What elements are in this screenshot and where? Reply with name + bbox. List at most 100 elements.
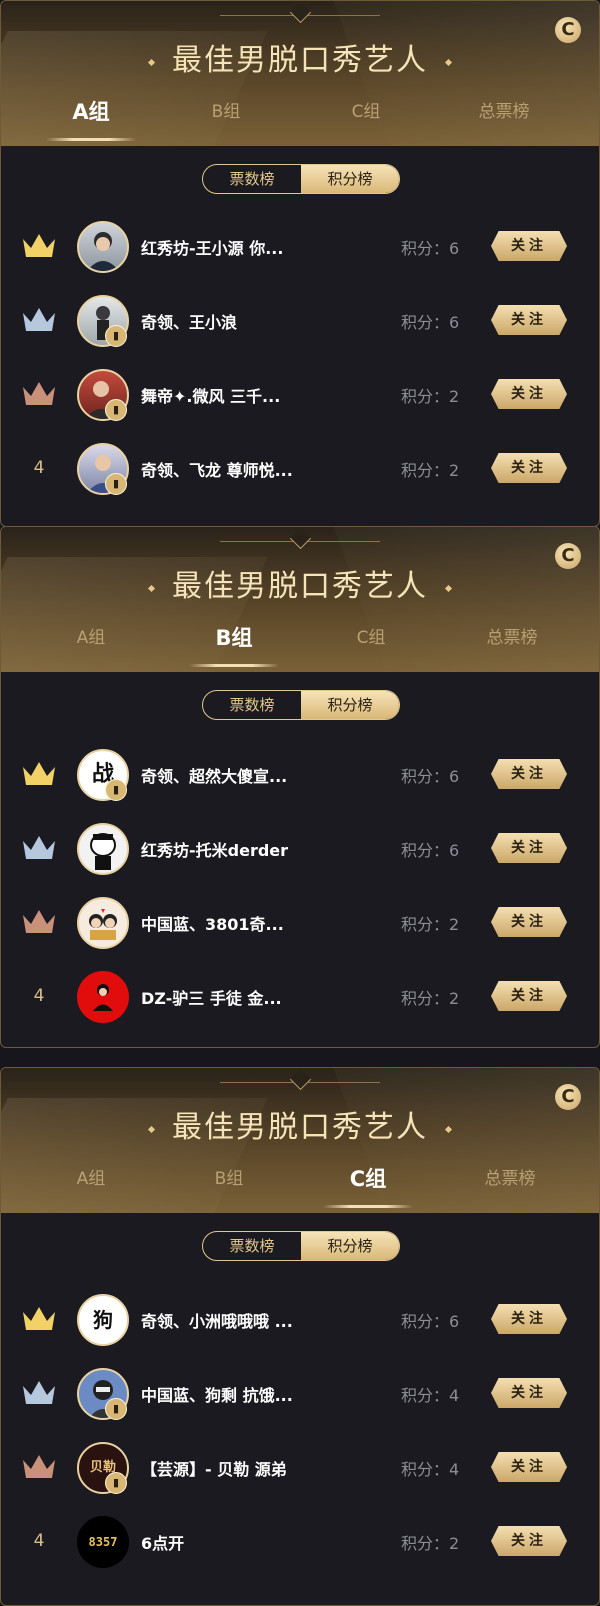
rank-cell <box>21 1452 57 1482</box>
follow-button[interactable]: 关注 <box>491 759 567 789</box>
rank-number: 4 <box>33 986 45 1006</box>
artist-score: 积分：2 <box>401 387 460 406</box>
avatar[interactable]: 8357 <box>77 1516 129 1568</box>
title-dot-left <box>147 584 156 593</box>
cartoon-character-icon <box>90 833 116 870</box>
follow-button[interactable]: 关注 <box>491 231 567 261</box>
avatar[interactable] <box>77 897 129 949</box>
follow-button[interactable]: 关注 <box>491 981 567 1011</box>
group-tabs: A组 B组 C组 总票榜 <box>1 621 599 671</box>
person-photo-icon <box>87 232 119 271</box>
rank-number: 4 <box>33 458 45 478</box>
crown-silver-icon <box>23 836 55 859</box>
bar-chart-icon: ▮ <box>105 399 127 421</box>
list-item[interactable]: 4 ▮ 奇领、飞龙 尊师悦... 积分：2 关注 <box>1 431 599 505</box>
coin-badge-icon[interactable]: C <box>555 17 581 43</box>
rank-cell <box>21 759 57 789</box>
artist-score: 积分：6 <box>401 313 460 332</box>
list-item[interactable]: ▮ 舞帝✦.微风 三千... 积分：2 关注 <box>1 357 599 431</box>
list-item[interactable]: ▮ 奇领、王小浪 积分：6 关注 <box>1 283 599 357</box>
artist-name: 中国蓝、狗剩 抗饿... <box>141 1386 293 1405</box>
crown-bronze-icon <box>23 910 55 933</box>
avatar[interactable] <box>77 971 129 1023</box>
list-item[interactable]: 战 ▮ 奇领、超然大傻宣... 积分：6 关注 <box>1 737 599 811</box>
avatar[interactable] <box>77 823 129 875</box>
list-item[interactable]: 红秀坊-王小源 你... 积分：6 关注 <box>1 209 599 283</box>
tab-group-b[interactable]: B组 <box>151 95 301 145</box>
title-row: 最佳男脱口秀艺人 <box>1 35 599 78</box>
list-item[interactable]: ▮ 中国蓝、狗剩 抗饿... 积分：4 关注 <box>1 1356 599 1430</box>
list-item[interactable]: 4 DZ-驴三 手徒 金... 积分：2 关注 <box>1 959 599 1033</box>
follow-button[interactable]: 关注 <box>491 1304 567 1334</box>
tab-group-c[interactable]: C组 <box>291 95 441 145</box>
avatar[interactable] <box>77 221 129 273</box>
tab-group-b[interactable]: B组 <box>154 1162 304 1212</box>
rank-cell: 4 <box>21 453 57 483</box>
rank-cell <box>21 833 57 863</box>
rank-cell <box>21 231 57 261</box>
follow-button[interactable]: 关注 <box>491 453 567 483</box>
ranking-panel-a: 最佳男脱口秀艺人 C A组 B组 C组 总票榜 票数榜 积分榜 红秀坊-王小源 … <box>0 0 600 527</box>
panel-header: 最佳男脱口秀艺人 C A组 B组 C组 总票榜 <box>1 527 599 672</box>
artist-score: 积分：2 <box>401 915 460 934</box>
rank-cell <box>21 1304 57 1334</box>
artist-score: 积分：6 <box>401 1312 460 1331</box>
follow-button[interactable]: 关注 <box>491 833 567 863</box>
panel-header: 最佳男脱口秀艺人 C A组 B组 C组 总票榜 <box>1 1068 599 1213</box>
page-title: 最佳男脱口秀艺人 <box>172 43 428 78</box>
segment-points[interactable]: 积分榜 <box>301 165 399 193</box>
follow-button[interactable]: 关注 <box>491 305 567 335</box>
segment-points[interactable]: 积分榜 <box>301 691 399 719</box>
follow-button[interactable]: 关注 <box>491 907 567 937</box>
crown-silver-icon <box>23 308 55 331</box>
artist-name: 红秀坊-王小源 你... <box>141 239 284 258</box>
list-item[interactable]: 4 8357 6点开 积分：2 关注 <box>1 1504 599 1578</box>
tab-total[interactable]: 总票榜 <box>435 1162 585 1212</box>
follow-button[interactable]: 关注 <box>491 1452 567 1482</box>
artist-name: 奇领、王小浪 <box>141 313 238 332</box>
artist-name: 舞帝✦.微风 三千... <box>141 387 281 406</box>
crown-bronze-icon <box>23 1455 55 1478</box>
follow-button[interactable]: 关注 <box>491 379 567 409</box>
coin-badge-icon[interactable]: C <box>555 543 581 569</box>
artist-name: 中国蓝、3801奇... <box>141 915 284 934</box>
bar-chart-icon: ▮ <box>105 325 127 347</box>
ranking-panel-b: 最佳男脱口秀艺人 C A组 B组 C组 总票榜 票数榜 积分榜 战 ▮ 奇领、超… <box>0 526 600 1048</box>
tab-total[interactable]: 总票榜 <box>437 621 587 671</box>
list-item[interactable]: 贝勒 ▮ 【芸源】- 贝勒 源弟 积分：4 关注 <box>1 1430 599 1504</box>
tab-group-a[interactable]: A组 <box>16 1162 166 1212</box>
person-illustration-icon <box>93 984 113 1011</box>
bar-chart-icon: ▮ <box>105 1398 127 1420</box>
tab-group-c[interactable]: C组 <box>293 1162 443 1212</box>
segment-votes[interactable]: 票数榜 <box>203 165 301 193</box>
bar-chart-icon: ▮ <box>105 779 127 801</box>
artist-score: 积分：2 <box>401 461 460 480</box>
crown-gold-icon <box>23 234 55 257</box>
bar-chart-icon: ▮ <box>105 473 127 495</box>
tab-group-b[interactable]: B组 <box>159 621 309 671</box>
tab-group-c[interactable]: C组 <box>296 621 446 671</box>
cartoon-couple-icon <box>89 909 117 940</box>
tab-group-a[interactable]: A组 <box>16 95 166 145</box>
ranking-type-toggle: 票数榜 积分榜 <box>202 164 400 194</box>
list-item[interactable]: 狗 奇领、小洲哦哦哦 ... 积分：6 关注 <box>1 1282 599 1356</box>
list-item[interactable]: 红秀坊-托米derder 积分：6 关注 <box>1 811 599 885</box>
artist-score: 积分：4 <box>401 1386 460 1405</box>
follow-button[interactable]: 关注 <box>491 1378 567 1408</box>
coin-badge-icon[interactable]: C <box>555 1084 581 1110</box>
title-dot-right <box>444 58 453 67</box>
follow-button[interactable]: 关注 <box>491 1526 567 1556</box>
artist-score: 积分：4 <box>401 1460 460 1479</box>
list-item[interactable]: 中国蓝、3801奇... 积分：2 关注 <box>1 885 599 959</box>
segment-votes[interactable]: 票数榜 <box>203 691 301 719</box>
header-notch <box>220 527 380 550</box>
tab-group-a[interactable]: A组 <box>16 621 166 671</box>
title-dot-left <box>147 58 156 67</box>
segment-votes[interactable]: 票数榜 <box>203 1232 301 1260</box>
segment-points[interactable]: 积分榜 <box>301 1232 399 1260</box>
panel-header: 最佳男脱口秀艺人 C A组 B组 C组 总票榜 <box>1 1 599 146</box>
title-dot-right <box>444 1125 453 1134</box>
avatar[interactable]: 狗 <box>77 1294 129 1346</box>
tab-total[interactable]: 总票榜 <box>429 95 579 145</box>
title-row: 最佳男脱口秀艺人 <box>1 1102 599 1145</box>
